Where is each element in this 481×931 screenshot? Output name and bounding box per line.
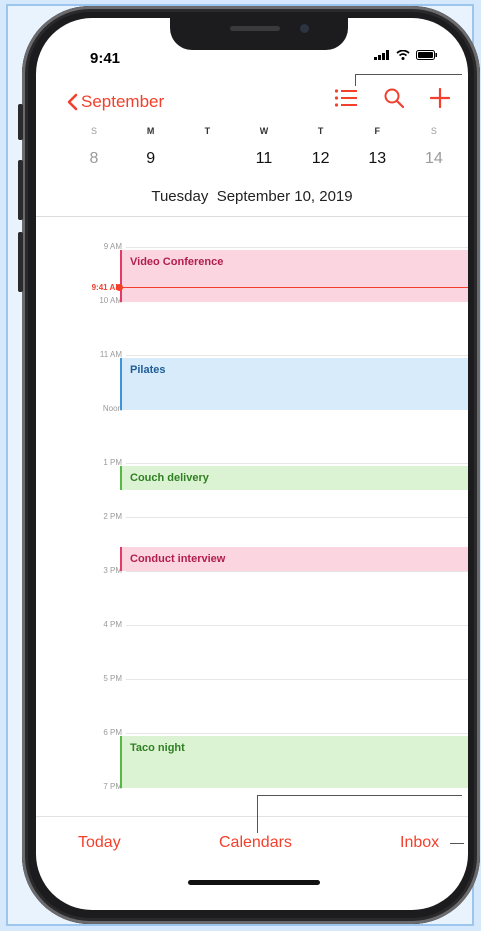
plus-icon[interactable] <box>430 88 450 108</box>
weekday-letter: S <box>90 126 97 136</box>
mute-switch <box>18 104 23 140</box>
weekday-letter: M <box>146 126 155 136</box>
search-icon[interactable] <box>384 88 404 108</box>
weekday-letter: F <box>374 126 381 136</box>
weekday-letters: S M T W T F S <box>76 126 452 136</box>
day-9[interactable]: 9 <box>133 144 169 174</box>
calendars-button[interactable]: Calendars <box>219 834 292 852</box>
callout-line-inbox <box>450 843 464 844</box>
day-14[interactable]: 14 <box>416 144 452 174</box>
hour-line <box>126 733 468 734</box>
event-title: Taco night <box>130 742 185 754</box>
event-conduct-interview[interactable]: Conduct interview <box>120 547 468 571</box>
callout-line-calendars-drop <box>257 795 258 833</box>
event-title: Pilates <box>130 364 166 376</box>
wifi-icon <box>396 50 410 60</box>
home-indicator <box>188 880 320 885</box>
hour-label: 11 AM <box>99 350 122 359</box>
hour-line <box>126 679 468 680</box>
nav-actions <box>334 88 450 108</box>
chevron-left-icon <box>67 93 78 111</box>
hour-label: 2 PM <box>103 512 122 521</box>
weekday-letter: T <box>204 126 211 136</box>
list-icon[interactable] <box>334 88 358 108</box>
day-8[interactable]: 8 <box>76 144 112 174</box>
current-time-label: 9:41 AM <box>91 283 122 292</box>
status-icons <box>374 50 438 60</box>
day-13[interactable]: 13 <box>359 144 395 174</box>
notch <box>170 18 348 50</box>
selected-full-date: September 10, 2019 <box>216 188 353 205</box>
callout-line-list <box>355 74 462 75</box>
battery-icon <box>416 50 437 60</box>
back-to-month-button[interactable]: September <box>66 92 164 112</box>
hour-label: 6 PM <box>103 728 122 737</box>
day-numbers: 8 9 10 11 12 13 14 <box>76 144 452 174</box>
event-title: Couch delivery <box>130 472 209 484</box>
inbox-button[interactable]: Inbox <box>400 834 439 852</box>
event-couch-delivery[interactable]: Couch delivery <box>120 466 468 490</box>
hour-label: 9 AM <box>103 242 122 251</box>
weekday-letter: S <box>430 126 437 136</box>
event-pilates[interactable]: Pilates <box>120 358 468 410</box>
hour-label: 10 AM <box>99 296 122 305</box>
callout-line-list-drop <box>355 74 356 86</box>
hour-label: 5 PM <box>103 674 122 683</box>
screen: 9:41 September S M T W T F S 8 9 10 11 1… <box>36 18 468 910</box>
hour-label: Noon <box>102 404 122 413</box>
selected-weekday: Tuesday <box>151 188 209 205</box>
hour-label: 7 PM <box>103 782 122 791</box>
week-strip: S M T W T F S 8 9 10 11 12 13 14 <box>76 126 452 174</box>
hour-label: 3 PM <box>103 566 122 575</box>
day-11[interactable]: 11 <box>246 144 282 174</box>
signal-icon <box>374 50 389 60</box>
day-12[interactable]: 12 <box>303 144 339 174</box>
current-time-dot <box>116 284 123 291</box>
event-taco-night[interactable]: Taco night <box>120 736 468 788</box>
day-10-selected[interactable]: 10 <box>189 144 225 174</box>
hour-label: 1 PM <box>103 458 122 467</box>
weekday-letter: T <box>317 126 324 136</box>
event-title: Video Conference <box>130 256 224 268</box>
back-label: September <box>81 92 165 111</box>
volume-down-button <box>18 232 23 292</box>
callout-line-calendars <box>257 795 462 796</box>
status-time: 9:41 <box>90 50 121 67</box>
hour-line <box>126 571 468 572</box>
selected-date: Tuesday September 10, 2019 <box>36 188 468 205</box>
header-divider <box>36 216 468 217</box>
hour-line <box>126 625 468 626</box>
event-video-conference[interactable]: Video Conference <box>120 250 468 302</box>
day-timeline[interactable]: 9 AM 10 AM 11 AM Noon 1 PM 2 PM 3 PM 4 P… <box>36 218 468 798</box>
weekday-letter: W <box>259 126 269 136</box>
hour-line <box>126 355 468 356</box>
current-time-line <box>120 287 468 288</box>
speaker <box>230 26 280 31</box>
camera <box>300 24 309 33</box>
toolbar-divider <box>36 816 468 817</box>
event-title: Conduct interview <box>130 553 226 565</box>
hour-line <box>126 247 468 248</box>
hour-line <box>126 517 468 518</box>
hour-line <box>126 463 468 464</box>
hour-label: 4 PM <box>103 620 122 629</box>
volume-up-button <box>18 160 23 220</box>
today-button[interactable]: Today <box>78 834 121 852</box>
